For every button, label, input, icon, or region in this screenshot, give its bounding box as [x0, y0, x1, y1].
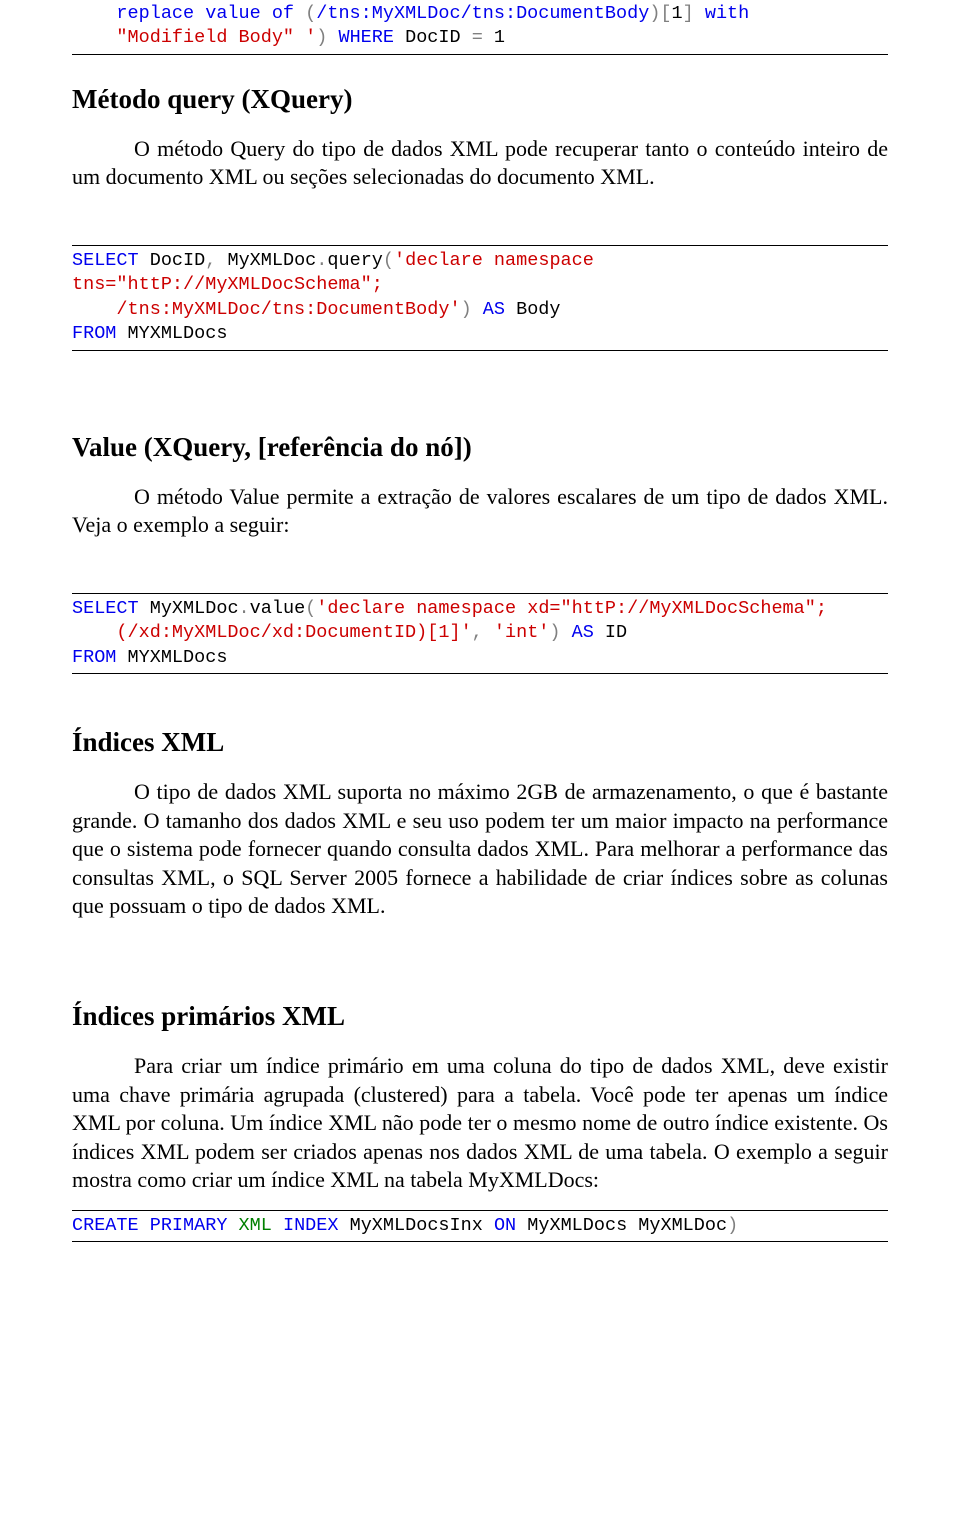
- code-text: ): [316, 27, 327, 48]
- code-text: MyXMLDoc: [139, 598, 239, 619]
- code-text: Body: [505, 299, 561, 320]
- divider: [72, 1210, 888, 1211]
- code-text: SELECT: [72, 598, 139, 619]
- code-text: tns="httP://MyXMLDocSchema";: [72, 274, 383, 295]
- code-text: MyXMLDocs MyXMLDoc: [516, 1215, 727, 1236]
- heading-indices-primarios-xml: Índices primários XML: [72, 1001, 888, 1032]
- paragraph: O método Value permite a extração de val…: [72, 483, 888, 540]
- code-text: PRIMARY: [139, 1215, 228, 1236]
- code-block-3: SELECT MyXMLDoc.value('declare namespace…: [72, 595, 888, 672]
- code-text: 1: [483, 27, 505, 48]
- code-text: DocID: [394, 27, 472, 48]
- divider: [72, 1241, 888, 1242]
- code-text: MYXMLDocs: [116, 323, 227, 344]
- code-text: MyXMLDoc: [216, 250, 316, 271]
- divider: [72, 593, 888, 594]
- code-text: MYXMLDocs: [116, 647, 227, 668]
- code-text: AS: [472, 299, 505, 320]
- code-text: "Modifield Body" ': [72, 27, 316, 48]
- document-page: replace value of (/tns:MyXMLDoc/tns:Docu…: [0, 0, 960, 1283]
- code-text: DocID: [139, 250, 206, 271]
- heading-metodo-query: Método query (XQuery): [72, 84, 888, 115]
- code-text: ): [727, 1215, 738, 1236]
- code-text: ID: [594, 622, 627, 643]
- code-text: /tns:MyXMLDoc/tns:DocumentBody': [72, 299, 461, 320]
- heading-value-xquery: Value (XQuery, [referência do nó]): [72, 432, 888, 463]
- code-text: value: [250, 598, 306, 619]
- code-text: ): [461, 299, 472, 320]
- code-text: FROM: [72, 647, 116, 668]
- code-block-2: SELECT DocID, MyXMLDoc.query('declare na…: [72, 247, 888, 349]
- code-text: MyXMLDocsInx: [339, 1215, 494, 1236]
- code-text: .: [239, 598, 250, 619]
- code-text: with: [694, 3, 750, 24]
- code-text: 'declare namespace xd="httP://MyXMLDocSc…: [316, 598, 827, 619]
- code-text: replace value of: [72, 3, 305, 24]
- code-text: .: [316, 250, 327, 271]
- code-block-1: replace value of (/tns:MyXMLDoc/tns:Docu…: [72, 0, 888, 53]
- code-text: ,: [472, 622, 483, 643]
- divider: [72, 673, 888, 674]
- code-text: /tns:MyXMLDoc/tns:DocumentBody: [316, 3, 649, 24]
- code-text: )[: [649, 3, 671, 24]
- code-text: SELECT: [72, 250, 139, 271]
- code-text: =: [472, 27, 483, 48]
- divider: [72, 350, 888, 351]
- code-text: WHERE: [327, 27, 394, 48]
- code-text: (: [305, 598, 316, 619]
- code-text: (: [383, 250, 394, 271]
- code-text: query: [327, 250, 383, 271]
- code-text: AS: [561, 622, 594, 643]
- paragraph: Para criar um índice primário em uma col…: [72, 1052, 888, 1195]
- code-text: (/xd:MyXMLDoc/xd:DocumentID)[1]': [72, 622, 472, 643]
- code-text: ON: [494, 1215, 516, 1236]
- code-text: FROM: [72, 323, 116, 344]
- paragraph: O tipo de dados XML suporta no máximo 2G…: [72, 778, 888, 921]
- code-text: INDEX: [272, 1215, 339, 1236]
- code-text: ): [549, 622, 560, 643]
- code-block-4: CREATE PRIMARY XML INDEX MyXMLDocsInx ON…: [72, 1212, 888, 1240]
- divider: [72, 54, 888, 55]
- heading-indices-xml: Índices XML: [72, 727, 888, 758]
- code-text: (: [305, 3, 316, 24]
- code-text: 'int': [483, 622, 550, 643]
- divider: [72, 245, 888, 246]
- code-text: 'declare namespace: [394, 250, 594, 271]
- code-text: ]: [683, 3, 694, 24]
- code-text: CREATE: [72, 1215, 139, 1236]
- paragraph: O método Query do tipo de dados XML pode…: [72, 135, 888, 192]
- code-text: 1: [672, 3, 683, 24]
- code-text: ,: [205, 250, 216, 271]
- code-text: XML: [227, 1215, 271, 1236]
